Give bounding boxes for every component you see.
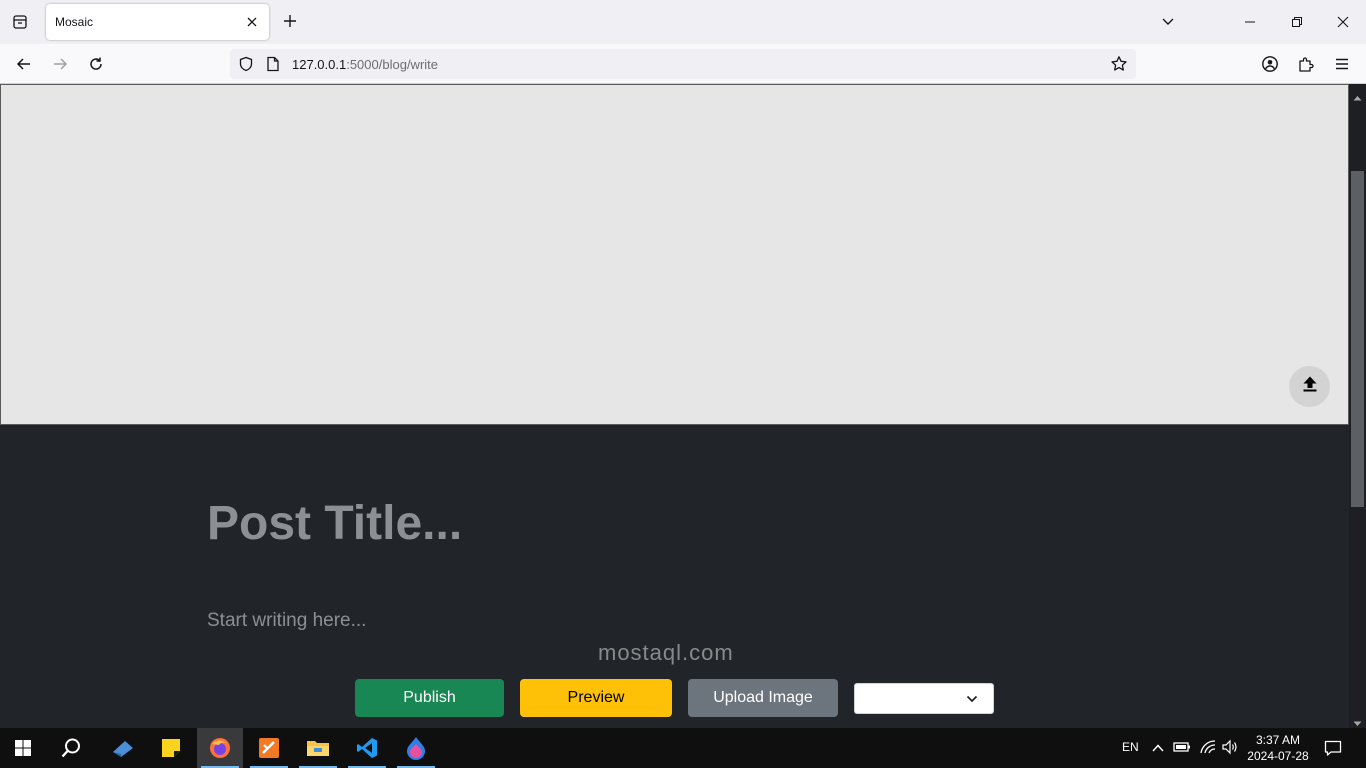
notifications-icon[interactable] — [1324, 739, 1342, 762]
blog-write-page: Post Title... Start writing here... Publ… — [0, 84, 1349, 728]
url-path: :5000/blog/write — [346, 57, 438, 72]
account-icon[interactable] — [1258, 52, 1282, 76]
window-close-icon[interactable] — [1331, 10, 1355, 34]
watermark: mostaql.com — [598, 640, 734, 665]
browser-tab[interactable]: Mosaic — [46, 4, 269, 40]
forward-arrow-icon[interactable] — [48, 52, 72, 76]
navigation-bar: 127.0.0.1:5000/blog/write — [0, 44, 1366, 84]
chevron-up-icon[interactable] — [1151, 741, 1165, 760]
search-icon[interactable] — [48, 728, 94, 768]
post-title-input[interactable]: Post Title... — [207, 496, 462, 551]
category-select[interactable] — [854, 683, 994, 714]
page-scrollbar[interactable] — [1349, 84, 1366, 728]
chevron-down-icon[interactable] — [1158, 11, 1178, 31]
firefox-nightly-icon[interactable] — [393, 728, 439, 768]
volume-icon[interactable] — [1221, 739, 1239, 760]
sublime-app-icon[interactable] — [246, 728, 292, 768]
tab-list-icon[interactable] — [8, 10, 32, 34]
clock-time: 3:37 AM — [1255, 733, 1301, 747]
upload-cover-button[interactable] — [1289, 366, 1330, 407]
tab-title: Mosaic — [55, 15, 94, 29]
firefox-taskbar-icon[interactable] — [197, 728, 243, 768]
language-indicator[interactable]: EN — [1122, 740, 1139, 754]
puzzle-icon[interactable] — [1294, 52, 1318, 76]
publish-button[interactable]: Publish — [355, 679, 504, 717]
shield-icon[interactable] — [238, 56, 254, 77]
clock-date: 2024-07-28 — [1247, 749, 1309, 763]
scrollbar-thumb[interactable] — [1351, 171, 1364, 507]
windows-start-icon[interactable] — [0, 728, 46, 768]
close-icon[interactable] — [242, 12, 262, 32]
plus-icon[interactable] — [279, 10, 301, 32]
minimize-icon[interactable] — [1238, 10, 1262, 34]
url-text[interactable]: 127.0.0.1:5000/blog/write — [292, 57, 438, 72]
sticky-notes-icon[interactable] — [148, 728, 194, 768]
file-explorer-icon[interactable] — [295, 728, 341, 768]
chevron-down-icon — [965, 692, 979, 706]
preview-button[interactable]: Preview — [520, 679, 672, 717]
star-icon[interactable] — [1110, 55, 1128, 78]
taskbar: EN 3:37 AM 2024-07-28 — [0, 728, 1366, 768]
upload-image-button[interactable]: Upload Image — [688, 679, 838, 717]
vscode-app-icon[interactable] — [344, 728, 390, 768]
restore-icon[interactable] — [1285, 10, 1309, 34]
wifi-icon[interactable] — [1199, 739, 1217, 760]
upload-arrow-icon — [1301, 375, 1319, 398]
cover-image-area[interactable] — [0, 84, 1349, 425]
url-bar[interactable]: 127.0.0.1:5000/blog/write — [230, 49, 1136, 79]
url-host: 127.0.0.1 — [292, 57, 347, 72]
desktop-app-icon[interactable] — [100, 728, 146, 768]
reload-icon[interactable] — [84, 52, 108, 76]
page-icon[interactable] — [266, 56, 280, 77]
battery-icon[interactable] — [1173, 740, 1191, 759]
tab-strip: Mosaic — [0, 0, 1366, 44]
system-clock[interactable]: 3:37 AM 2024-07-28 — [1242, 732, 1314, 764]
scroll-up-arrow-icon[interactable] — [1353, 88, 1362, 106]
back-arrow-icon[interactable] — [12, 52, 36, 76]
post-body-input[interactable]: Start writing here... — [207, 610, 366, 632]
hamburger-menu-icon[interactable] — [1330, 52, 1354, 76]
